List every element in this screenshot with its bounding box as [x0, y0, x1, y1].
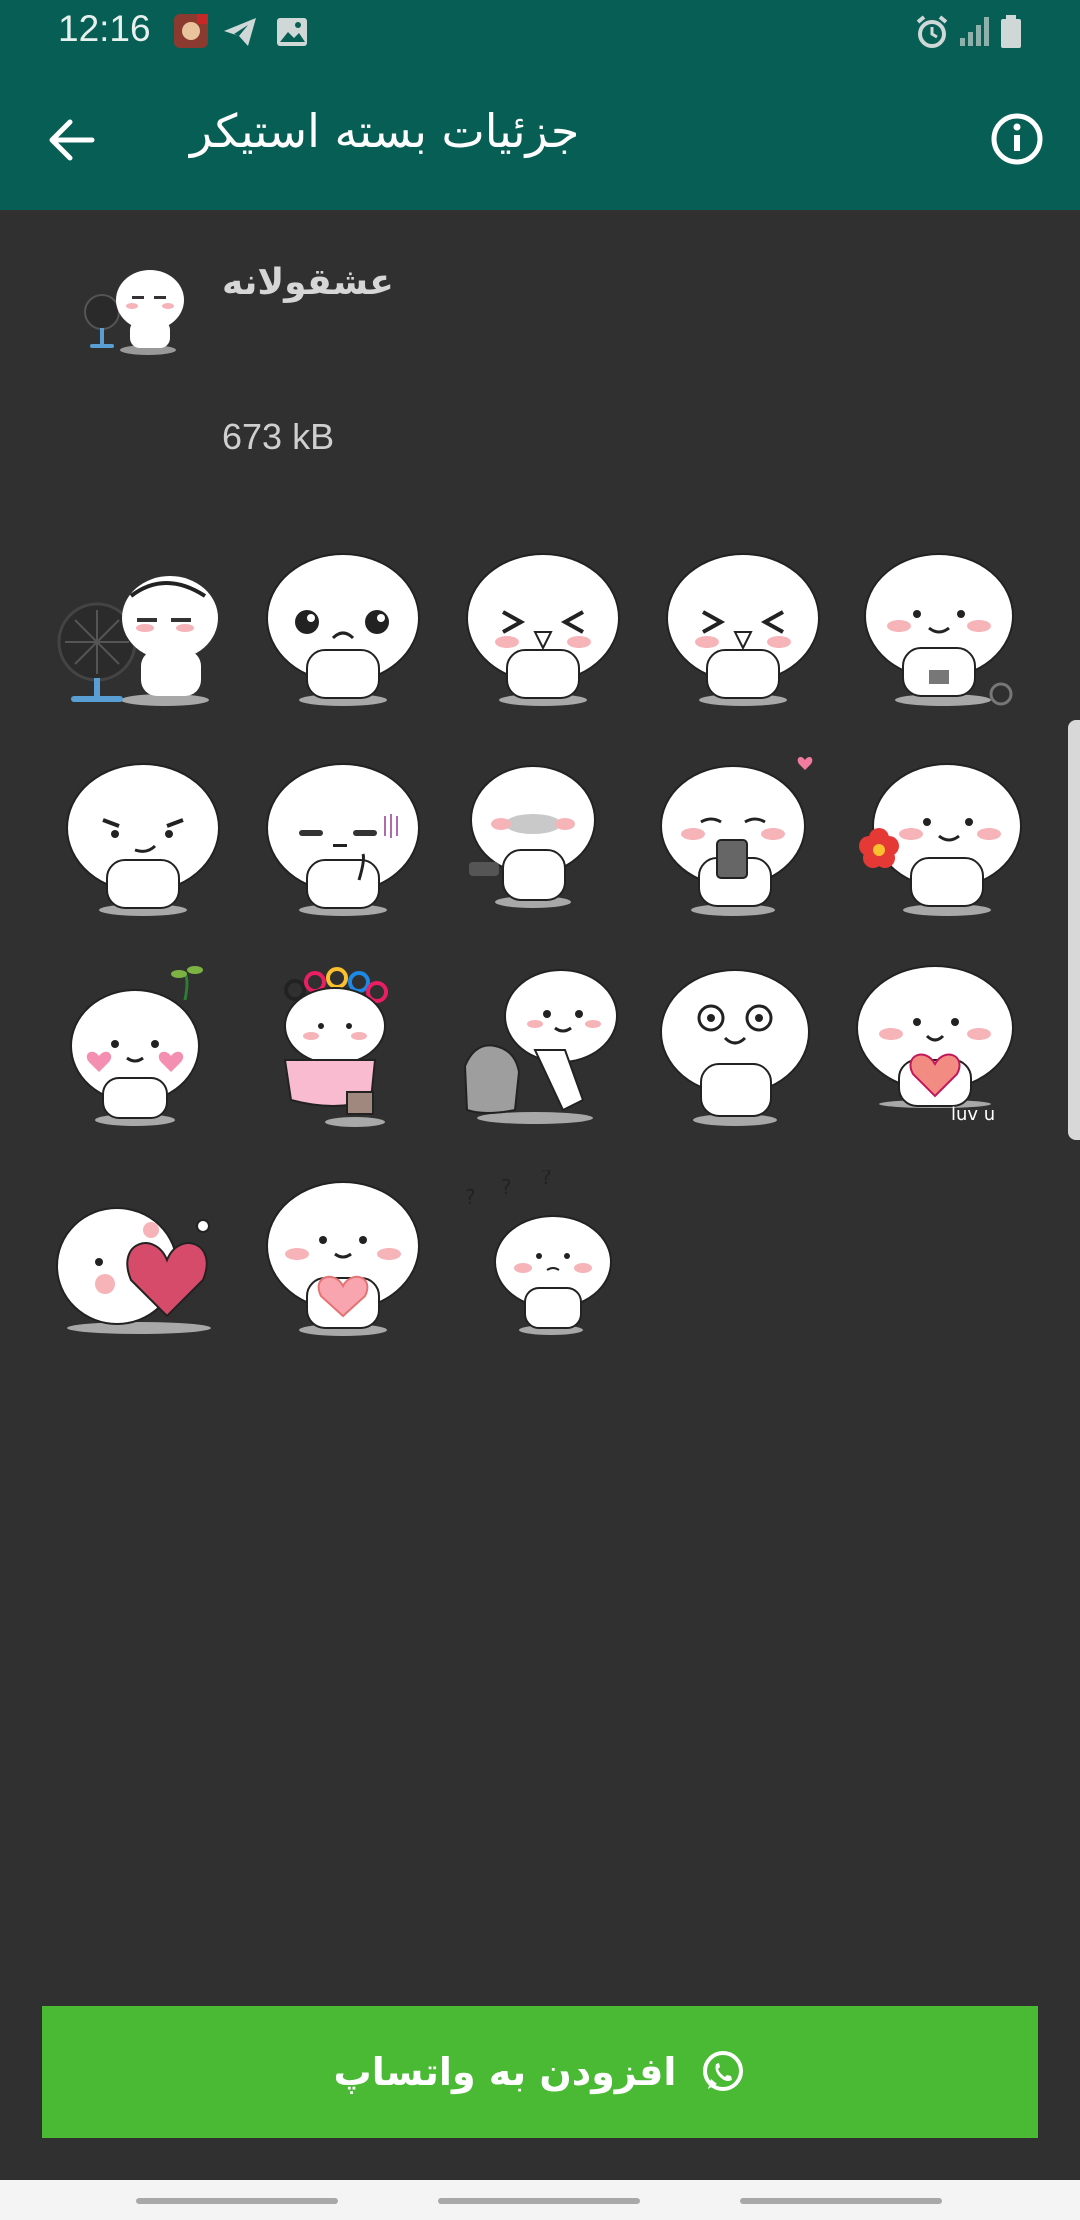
- big-heart-sticker: [56, 1207, 211, 1334]
- navigation-bar: [0, 2180, 1080, 2220]
- sticker-item[interactable]: [255, 540, 425, 710]
- nav-home-button[interactable]: [438, 2198, 640, 2204]
- arrow-back-icon: [49, 119, 95, 161]
- laughing-sticker: [466, 553, 620, 706]
- confused-sticker: ? ? ?: [465, 1165, 612, 1335]
- sticker-item[interactable]: [655, 960, 825, 1130]
- scrollbar[interactable]: [1068, 720, 1080, 1140]
- sticker-item[interactable]: [455, 540, 625, 710]
- page-title: جزئیات بسته استیکر: [190, 104, 580, 158]
- blushing-sticker: [469, 765, 596, 908]
- svg-text:?: ?: [501, 1175, 512, 1199]
- back-button[interactable]: [40, 108, 104, 172]
- add-to-whatsapp-button[interactable]: افزودن به واتساپ: [42, 2006, 1038, 2138]
- sticker-item[interactable]: [855, 540, 1025, 710]
- knitting-sticker: [864, 553, 1014, 706]
- sad-sticker: [266, 553, 420, 706]
- gallery-icon: [274, 14, 310, 54]
- battery-icon: [998, 14, 1024, 54]
- sticker-item[interactable]: [255, 960, 425, 1130]
- status-bar: 12:16: [0, 0, 1080, 66]
- sticker-item[interactable]: [55, 1170, 225, 1340]
- sticker-item[interactable]: luv u: [855, 960, 1025, 1130]
- sprout-sticker: [70, 966, 203, 1126]
- sticker-item[interactable]: [255, 750, 425, 920]
- big-eyes-sticker: [660, 969, 810, 1126]
- sticker-item[interactable]: [455, 750, 625, 920]
- pushing-sticker: [463, 969, 618, 1124]
- sticker-item[interactable]: [55, 750, 225, 920]
- alarm-icon: [914, 14, 950, 54]
- sticker-item[interactable]: [455, 960, 625, 1130]
- bath-sticker: [283, 967, 388, 1127]
- whatsapp-icon: [703, 2051, 744, 2091]
- laughing-sticker: [666, 553, 820, 706]
- flower-sticker: [859, 763, 1022, 916]
- sticker-item[interactable]: [255, 1170, 425, 1340]
- signal-icon: [958, 14, 992, 52]
- pack-tray-icon: [80, 260, 190, 360]
- pack-name: عشقولانه: [222, 262, 394, 303]
- sticker-item[interactable]: [655, 750, 825, 920]
- heart-sticker: [266, 1181, 420, 1336]
- luv-u-sticker: luv u: [856, 965, 1014, 1125]
- svg-text:?: ?: [541, 1170, 552, 1189]
- add-button-label: افزودن به واتساپ: [333, 2050, 677, 2094]
- svg-text:?: ?: [465, 1185, 476, 1209]
- sticker-item[interactable]: [655, 540, 825, 710]
- app-bar: جزئیات بسته استیکر: [0, 66, 1080, 210]
- pack-size: 673 kB: [222, 416, 335, 457]
- nav-back-button[interactable]: [740, 2198, 942, 2204]
- info-icon: [991, 113, 1043, 165]
- sleepy-sticker: [266, 763, 420, 916]
- info-button[interactable]: [984, 106, 1050, 172]
- sticker-item[interactable]: [55, 960, 225, 1130]
- status-time: 12:16: [58, 8, 151, 49]
- sticker-item[interactable]: ? ? ?: [455, 1165, 625, 1340]
- sticker-item[interactable]: [855, 750, 1025, 920]
- sticker-item[interactable]: [55, 540, 225, 710]
- telegram-icon: [222, 14, 258, 54]
- fan-sticker: [57, 576, 218, 706]
- luv-u-text: luv u: [951, 1104, 995, 1125]
- phone-sticker: [660, 757, 813, 916]
- nav-recent-button[interactable]: [136, 2198, 338, 2204]
- pack-details: عشقولانه 673 kB luv u ? ? ?: [0, 210, 1080, 2010]
- smirk-sticker: [66, 763, 220, 916]
- game-notification-icon: [172, 12, 210, 54]
